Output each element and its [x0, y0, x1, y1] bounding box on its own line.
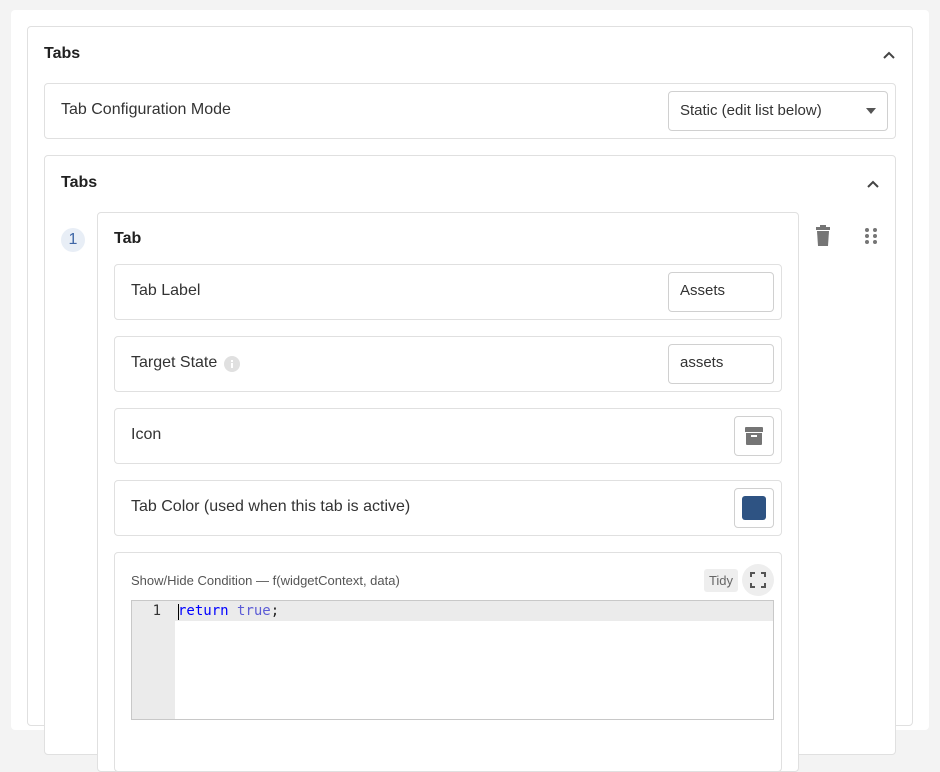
tab-index-badge: 1: [61, 228, 85, 252]
condition-label: Show/Hide Condition — f(widgetContext, d…: [131, 573, 400, 588]
color-picker-button[interactable]: [734, 488, 774, 528]
chevron-up-icon: [867, 180, 879, 188]
drag-handle-icon: [865, 228, 877, 244]
section-title: Tabs: [44, 45, 81, 62]
drag-tab-handle[interactable]: [862, 227, 880, 247]
tab-color-label: Tab Color (used when this tab is active): [131, 498, 411, 515]
tab-label-label: Tab Label: [131, 282, 201, 299]
dropdown-arrow-icon: [866, 108, 876, 114]
code-keyword-true: true: [237, 603, 271, 619]
collapse-tabs-list-button[interactable]: [866, 177, 880, 196]
code-line: return true;: [178, 603, 279, 619]
icon-picker-button[interactable]: [734, 416, 774, 456]
icon-row: [114, 408, 782, 464]
code-editor[interactable]: 1 return true;: [131, 600, 774, 720]
config-mode-value: Static (edit list below): [680, 102, 822, 119]
line-number: 1: [152, 603, 161, 619]
tidy-button[interactable]: Tidy: [704, 569, 738, 592]
archive-icon: [745, 427, 763, 445]
collapse-section-button[interactable]: [882, 48, 896, 67]
trash-icon: [816, 225, 830, 246]
config-mode-label: Tab Configuration Mode: [61, 101, 231, 118]
icon-label: Icon: [131, 426, 162, 443]
tab-label-input[interactable]: Assets: [668, 272, 774, 312]
target-state-label: Target State: [131, 354, 218, 371]
config-mode-select[interactable]: Static (edit list below): [668, 91, 888, 131]
chevron-up-icon: [883, 51, 895, 59]
delete-tab-button[interactable]: [813, 225, 833, 247]
text-cursor: [178, 604, 179, 620]
info-icon[interactable]: [224, 356, 240, 372]
fullscreen-button[interactable]: [742, 564, 774, 596]
target-state-input[interactable]: assets: [668, 344, 774, 384]
code-semicolon: ;: [270, 603, 280, 619]
code-keyword-return: return: [178, 603, 229, 619]
color-swatch: [742, 496, 766, 520]
tabs-list-title: Tabs: [61, 174, 98, 191]
fullscreen-icon: [750, 572, 766, 588]
tab-item-title: Tab: [114, 230, 142, 247]
